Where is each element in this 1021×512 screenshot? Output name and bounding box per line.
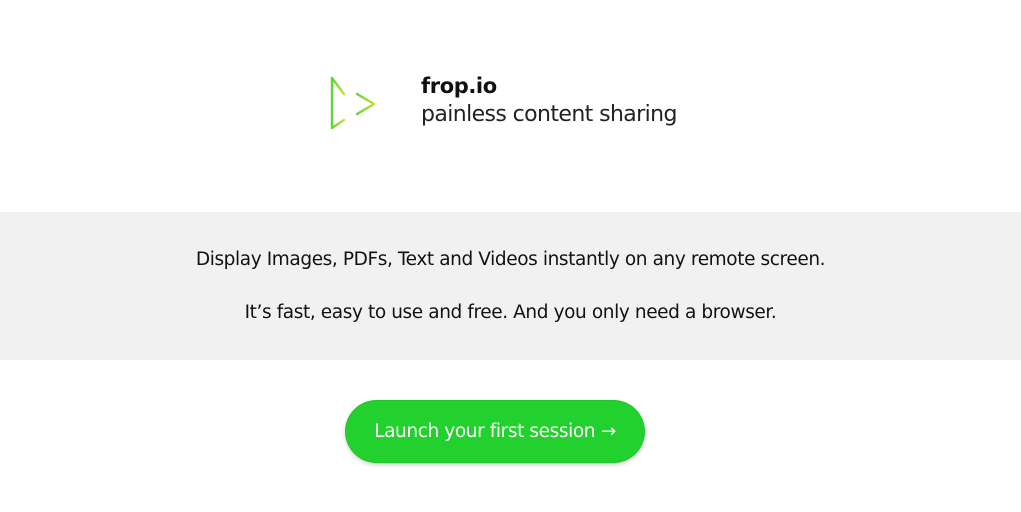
header: frop.io painless content sharing [0,0,1021,212]
launch-session-button[interactable]: Launch your first session → [345,400,645,463]
intro-line-1: Display Images, PDFs, Text and Videos in… [195,249,826,270]
play-triangle-icon [330,76,376,130]
launch-session-label: Launch your first session [374,421,596,442]
brand-tagline: painless content sharing [421,102,677,127]
arrow-right-icon: → [601,420,616,442]
intro-line-2: It’s fast, easy to use and free. And you… [244,302,777,323]
brand: frop.io painless content sharing [421,72,677,130]
intro-band: Display Images, PDFs, Text and Videos in… [0,212,1021,360]
brand-name: frop.io [421,74,497,98]
